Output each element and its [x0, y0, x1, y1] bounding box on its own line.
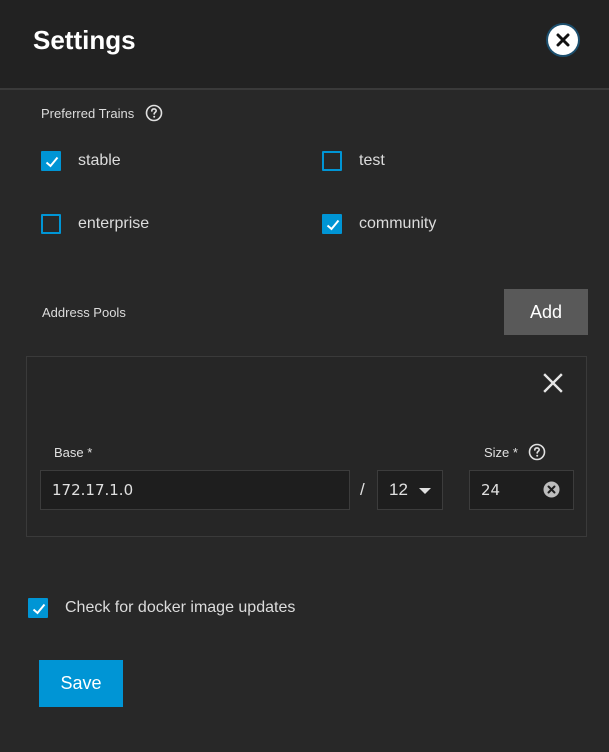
clear-circle-icon[interactable]	[543, 481, 560, 498]
page-title: Settings	[33, 25, 136, 55]
docker-updates-checkbox[interactable]	[28, 598, 48, 618]
help-icon[interactable]	[528, 443, 546, 461]
save-button[interactable]: Save	[39, 660, 123, 707]
base-field-label: Base *	[54, 445, 93, 460]
check-icon	[45, 156, 59, 168]
remove-pool-button[interactable]	[541, 371, 565, 395]
train-test-checkbox[interactable]	[322, 151, 342, 171]
prefix-value: 12	[389, 480, 408, 499]
caret-down-icon	[419, 488, 431, 494]
check-icon	[326, 219, 340, 231]
preferred-trains-label: Preferred Trains	[41, 106, 135, 121]
train-test-label: test	[359, 152, 385, 169]
train-community-label: community	[359, 215, 437, 232]
address-pools-label: Address Pools	[42, 305, 126, 320]
train-stable-label: stable	[78, 152, 121, 169]
prefix-separator: /	[360, 480, 365, 499]
train-community-checkbox[interactable]	[322, 214, 342, 234]
size-field-label: Size *	[484, 445, 518, 460]
prefix-select[interactable]: 12	[377, 470, 443, 510]
base-input[interactable]: 172.17.1.0	[40, 470, 350, 510]
close-button[interactable]	[548, 25, 578, 55]
train-stable-checkbox[interactable]	[41, 151, 61, 171]
train-enterprise-checkbox[interactable]	[41, 214, 61, 234]
docker-updates-label: Check for docker image updates	[65, 599, 296, 616]
add-pool-button[interactable]: Add	[504, 289, 588, 335]
train-enterprise-label: enterprise	[78, 215, 150, 232]
close-icon	[556, 33, 570, 47]
panel-header: Settings	[0, 0, 609, 90]
settings-panel: Settings Preferred Trains stable test en…	[0, 0, 609, 752]
help-icon[interactable]	[145, 104, 163, 122]
check-icon	[32, 603, 46, 615]
